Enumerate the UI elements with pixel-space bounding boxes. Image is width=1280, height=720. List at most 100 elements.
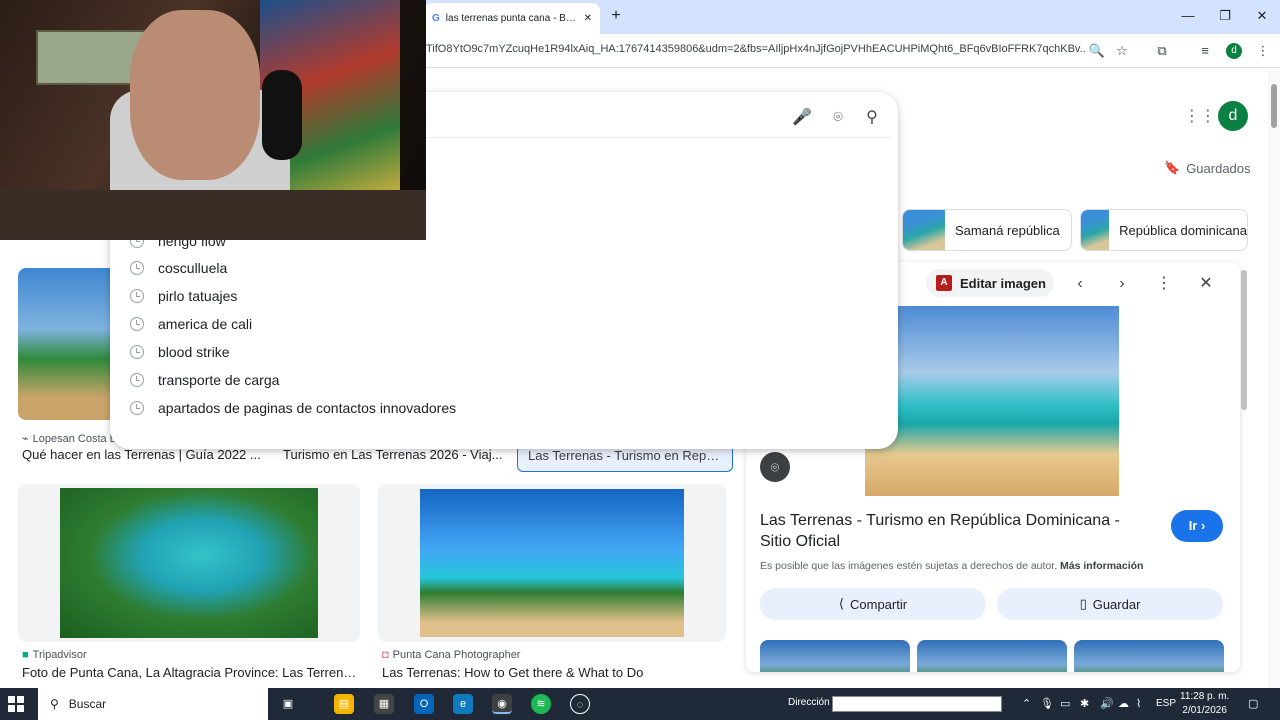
volume-icon[interactable]: 🔊 <box>1100 697 1114 710</box>
chip-thumbnail <box>903 210 945 250</box>
camera-favicon-icon: ◘ <box>382 649 389 661</box>
media-control-icon[interactable]: ≡ <box>1196 42 1214 60</box>
mic-tray-icon[interactable]: 🎙 <box>1040 697 1054 710</box>
related-thumbnail[interactable] <box>917 640 1067 672</box>
extensions-icon[interactable]: ⧉ <box>1153 42 1171 60</box>
chip-republica[interactable]: República dominicana <box>1080 209 1248 251</box>
more-options-icon[interactable]: ⋮ <box>1152 272 1176 296</box>
history-icon <box>130 261 144 275</box>
language-indicator[interactable]: ESP <box>1156 698 1176 709</box>
suggestion-text: cosculluela <box>158 260 228 276</box>
bluetooth-icon[interactable]: ✱ <box>1080 697 1089 710</box>
saved-link[interactable]: 🔖 Guardados <box>1164 160 1251 176</box>
person-face <box>130 10 260 180</box>
tray-chevron-icon[interactable]: ⌃ <box>1022 697 1031 710</box>
chip-label: Samaná república <box>955 222 1060 238</box>
close-tab-icon[interactable]: ✕ <box>584 13 592 24</box>
task-view-icon[interactable]: ▣ <box>278 694 298 714</box>
suggestion-item[interactable]: apartados de paginas de contactos innova… <box>130 394 456 422</box>
notifications-icon[interactable]: ▢ <box>1248 697 1258 710</box>
result-title[interactable]: Foto de Punta Cana, La Altagracia Provin… <box>22 665 358 680</box>
wifi-off-icon[interactable]: ⌇ <box>1136 697 1141 710</box>
bookmark-star-icon[interactable]: ☆ <box>1113 42 1131 60</box>
edge-icon[interactable]: e <box>453 694 473 714</box>
history-icon <box>130 289 144 303</box>
url-field[interactable]: TifO8YtO9c7mYZcuqHe1R94lxAiq_HA:17674143… <box>426 43 1086 55</box>
more-info-link[interactable]: Más información <box>1060 560 1143 572</box>
source-name: Tripadvisor <box>32 649 87 661</box>
chip-label: República dominicana <box>1119 222 1247 238</box>
page-scrollbar-thumb[interactable] <box>1271 84 1277 128</box>
preview-image[interactable] <box>865 306 1119 496</box>
go-to-site-button[interactable]: Ir › <box>1171 510 1223 542</box>
menu-kebab-icon[interactable]: ⋮ <box>1254 42 1272 60</box>
share-icon: ⟨ <box>838 596 844 611</box>
source-favicon-icon: ⌁ <box>22 433 29 445</box>
windows-start-icon[interactable] <box>8 696 24 712</box>
share-button[interactable]: ⟨ Compartir <box>760 588 986 620</box>
suggestion-text: america de cali <box>158 316 253 332</box>
close-panel-icon[interactable]: ✕ <box>1194 272 1218 296</box>
taskbar-search[interactable]: ⚲ Buscar <box>38 688 268 720</box>
zoom-icon[interactable]: 🔍 <box>1088 42 1106 60</box>
store-icon[interactable]: ▦ <box>374 694 394 714</box>
previous-icon[interactable]: ‹ <box>1068 272 1092 296</box>
suggestion-item[interactable]: blood strike <box>130 338 230 366</box>
clock-date: 2/01/2026 <box>1182 705 1227 716</box>
cloud-icon[interactable]: ☁ <box>1118 697 1129 710</box>
next-icon[interactable]: › <box>1110 272 1134 296</box>
lens-search-icon[interactable]: ⌾ <box>760 452 790 482</box>
chip-thumbnail <box>1081 210 1110 250</box>
result-title[interactable]: Turismo en Las Terrenas 2026 - Viaj... <box>283 447 503 462</box>
close-window-icon[interactable]: ✕ <box>1251 6 1273 26</box>
result-image[interactable] <box>18 484 360 642</box>
suggestion-text: apartados de paginas de contactos innova… <box>158 400 457 416</box>
spotify-icon[interactable]: ≋ <box>531 694 551 714</box>
address-toolbar-input[interactable] <box>832 696 1002 712</box>
file-explorer-icon[interactable]: ▤ <box>334 694 354 714</box>
profile-avatar[interactable]: d <box>1218 101 1248 131</box>
microphone-stand <box>262 70 302 160</box>
taskbar-search-label: Buscar <box>68 697 107 711</box>
apps-grid-icon[interactable]: ⋮⋮⋮ <box>1184 106 1232 126</box>
clock[interactable]: 11:28 p. m. 2/01/2026 <box>1180 690 1229 718</box>
network-icon[interactable]: ▭ <box>1060 697 1070 710</box>
tab-title: las terrenas punta cana - Buscar <box>445 13 578 24</box>
related-thumbnail[interactable] <box>1074 640 1224 672</box>
obs-icon[interactable]: ◌ <box>570 694 590 714</box>
microphone-icon[interactable]: 🎤 <box>790 106 814 130</box>
maximize-icon[interactable]: ❐ <box>1214 6 1236 26</box>
save-button[interactable]: ▯ Guardar <box>997 588 1223 620</box>
profile-avatar-small[interactable]: d <box>1226 43 1242 59</box>
related-thumbnail[interactable] <box>760 640 910 672</box>
bookmark-icon: 🔖 <box>1164 160 1181 175</box>
taskbar: ⚲ Buscar ▣ ▤ ▦ O e ◉ ≋ ◌ Dirección ⌃ 🎙 ▭… <box>0 688 1280 720</box>
google-g-icon: G <box>432 13 440 24</box>
camera-search-icon[interactable]: ⌾ <box>826 106 850 130</box>
search-icon[interactable]: ⚲ <box>860 106 884 130</box>
result-title[interactable]: Qué hacer en las Terrenas | Guía 2022 ..… <box>22 447 262 462</box>
panel-scrollbar[interactable] <box>1241 270 1247 410</box>
suggestion-item[interactable]: cosculluela <box>130 254 227 282</box>
edit-image-button[interactable]: A Editar imagen <box>926 269 1054 297</box>
result-image[interactable] <box>378 484 726 642</box>
result-image[interactable] <box>18 268 118 420</box>
source-name: Punta Cana Photographer <box>392 649 521 661</box>
outlook-icon[interactable]: O <box>414 694 434 714</box>
tab-active[interactable]: G las terrenas punta cana - Buscar ✕ <box>424 3 600 34</box>
minimize-icon[interactable]: — <box>1177 6 1199 26</box>
new-tab-button[interactable]: + <box>606 6 626 26</box>
search-icon: ⚲ <box>50 697 59 711</box>
result-title[interactable]: Las Terrenas: How to Get there & What to… <box>382 665 722 680</box>
result-source: ■ Tripadvisor <box>22 649 87 661</box>
suggestion-item[interactable]: pirlo tatuajes <box>130 282 237 310</box>
history-icon <box>130 373 144 387</box>
suggestion-item[interactable]: transporte de carga <box>130 366 279 394</box>
chrome-icon[interactable]: ◉ <box>492 694 512 714</box>
chip-samana[interactable]: Samaná república <box>902 209 1072 251</box>
save-label: Guardar <box>1092 596 1141 612</box>
suggestion-item[interactable]: america de cali <box>130 310 252 338</box>
page-scrollbar-track[interactable] <box>1268 70 1280 688</box>
clock-time: 11:28 p. m. <box>1180 691 1230 702</box>
preview-title[interactable]: Las Terrenas - Turismo en República Domi… <box>760 510 1140 552</box>
